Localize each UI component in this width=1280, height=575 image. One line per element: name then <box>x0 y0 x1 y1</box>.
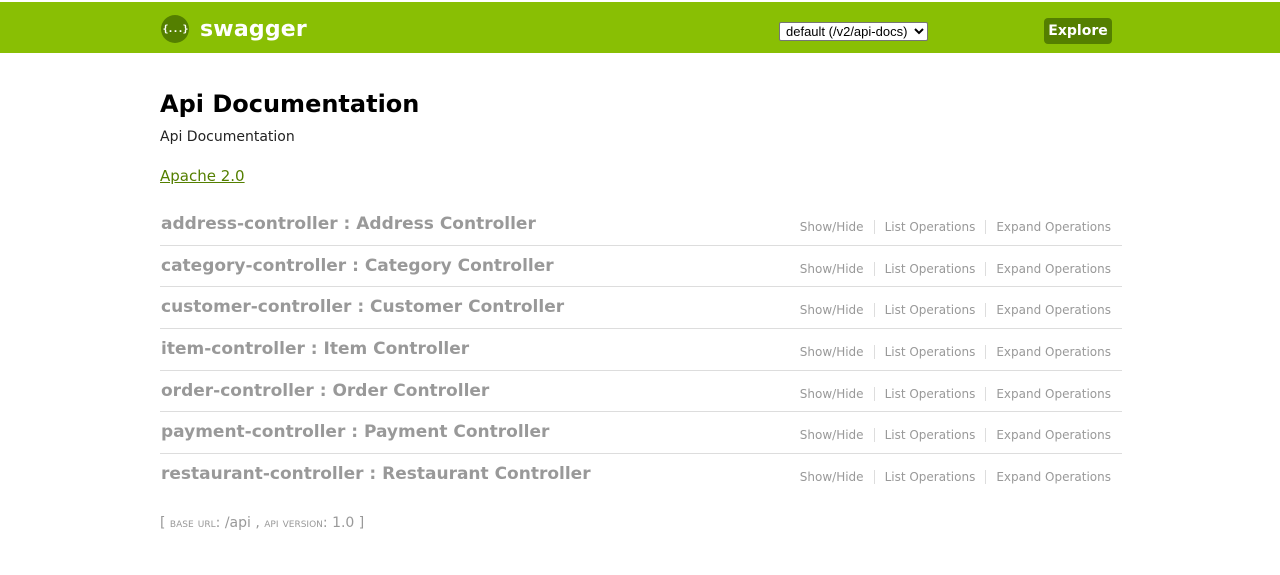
resource-item: order-controller : Order Controller Show… <box>160 371 1122 413</box>
resource-heading[interactable]: customer-controller : Customer Controlle… <box>161 297 564 317</box>
api-title: Api Documentation <box>160 90 420 118</box>
list-operations-link[interactable]: List Operations <box>873 428 986 443</box>
show-hide-link[interactable]: Show/Hide <box>800 428 874 442</box>
list-operations-link[interactable]: List Operations <box>873 345 986 360</box>
api-footer: [ base url: /api , api version: 1.0 ] <box>160 515 365 531</box>
resource-item: customer-controller : Customer Controlle… <box>160 287 1122 330</box>
swagger-logo[interactable]: {...} swagger <box>161 14 307 44</box>
resource-list: address-controller : Address Controller … <box>160 204 1122 496</box>
base-url-label: base url <box>169 516 216 531</box>
resource-operations: Show/Hide List Operations Expand Operati… <box>800 428 1111 443</box>
show-hide-link[interactable]: Show/Hide <box>800 303 874 317</box>
show-hide-link[interactable]: Show/Hide <box>800 220 874 234</box>
list-operations-link[interactable]: List Operations <box>873 470 986 485</box>
footer-open-bracket: [ <box>160 515 166 531</box>
resource-heading[interactable]: address-controller : Address Controller <box>161 214 536 234</box>
base-url-value: /api <box>224 515 251 531</box>
resource-operations: Show/Hide List Operations Expand Operati… <box>800 345 1111 360</box>
resource-item: restaurant-controller : Restaurant Contr… <box>160 454 1122 496</box>
resource-operations: Show/Hide List Operations Expand Operati… <box>800 261 1111 276</box>
show-hide-link[interactable]: Show/Hide <box>800 345 874 359</box>
expand-operations-link[interactable]: Expand Operations <box>985 470 1111 485</box>
list-operations-link[interactable]: List Operations <box>873 386 986 401</box>
show-hide-link[interactable]: Show/Hide <box>800 262 874 276</box>
resource-operations: Show/Hide List Operations Expand Operati… <box>800 303 1111 318</box>
resource-operations: Show/Hide List Operations Expand Operati… <box>800 470 1111 485</box>
resource-heading[interactable]: restaurant-controller : Restaurant Contr… <box>161 464 591 484</box>
list-operations-link[interactable]: List Operations <box>873 261 986 276</box>
expand-operations-link[interactable]: Expand Operations <box>985 345 1111 360</box>
list-operations-link[interactable]: List Operations <box>873 303 986 318</box>
explore-button[interactable]: Explore <box>1044 18 1112 44</box>
expand-operations-link[interactable]: Expand Operations <box>985 428 1111 443</box>
resource-item: category-controller : Category Controlle… <box>160 246 1122 288</box>
resource-item: payment-controller : Payment Controller … <box>160 412 1122 455</box>
resource-heading[interactable]: payment-controller : Payment Controller <box>161 422 549 442</box>
list-operations-link[interactable]: List Operations <box>873 220 986 234</box>
expand-operations-link[interactable]: Expand Operations <box>985 386 1111 401</box>
resource-heading[interactable]: category-controller : Category Controlle… <box>161 256 554 276</box>
logo-text: swagger <box>200 16 307 42</box>
swagger-braces-icon: {...} <box>161 15 189 43</box>
api-version-label: api version <box>264 516 323 531</box>
api-description: Api Documentation <box>160 129 295 145</box>
resource-operations: Show/Hide List Operations Expand Operati… <box>800 220 1111 234</box>
expand-operations-link[interactable]: Expand Operations <box>985 261 1111 276</box>
top-bar: {...} swagger default (/v2/api-docs) Exp… <box>0 2 1280 53</box>
show-hide-link[interactable]: Show/Hide <box>800 387 874 401</box>
expand-operations-link[interactable]: Expand Operations <box>985 220 1111 234</box>
resource-heading[interactable]: item-controller : Item Controller <box>161 339 469 359</box>
api-spec-select[interactable]: default (/v2/api-docs) <box>779 22 928 41</box>
license-link[interactable]: Apache 2.0 <box>160 167 245 185</box>
resource-item: item-controller : Item Controller Show/H… <box>160 329 1122 371</box>
resource-heading[interactable]: order-controller : Order Controller <box>161 381 489 401</box>
show-hide-link[interactable]: Show/Hide <box>800 470 874 484</box>
expand-operations-link[interactable]: Expand Operations <box>985 303 1111 318</box>
footer-close-bracket: ] <box>358 515 365 531</box>
resource-item: address-controller : Address Controller … <box>160 204 1122 246</box>
api-version-value: 1.0 <box>332 515 355 531</box>
resource-operations: Show/Hide List Operations Expand Operati… <box>800 386 1111 401</box>
